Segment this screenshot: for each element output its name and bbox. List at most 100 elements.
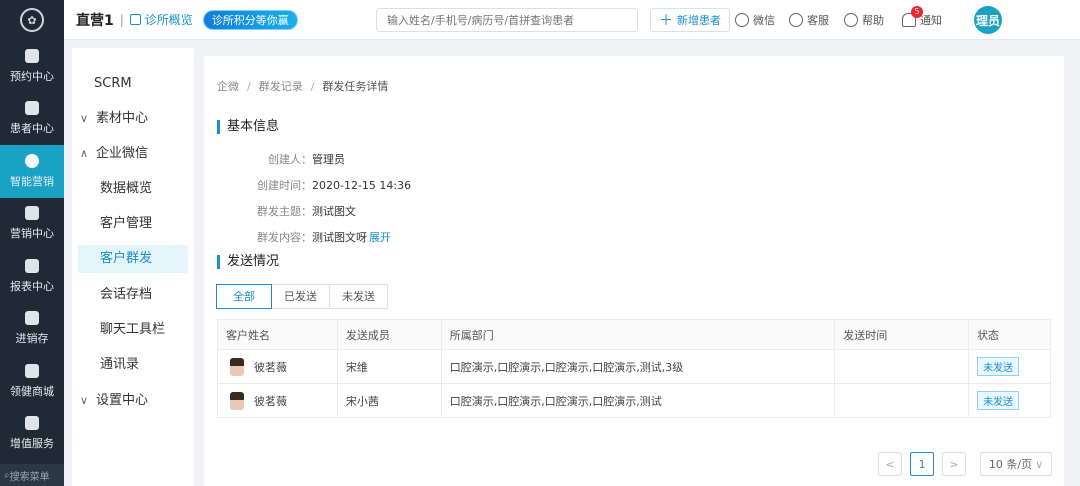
rail-item-label: 增值服务	[10, 437, 54, 451]
left-nav-rail: ✿ 预约中心 患者中心 智能营销 营销中心 报表中心 进销存 领健商城 增值服务…	[0, 0, 64, 486]
cell-time	[834, 349, 970, 384]
wechat-label: 微信	[753, 14, 775, 27]
points-banner[interactable]: 诊所积分等你赢	[202, 9, 298, 30]
send-status-title: 发送情况	[217, 255, 279, 269]
rail-item-appointment[interactable]: 预约中心	[0, 40, 64, 93]
service-label: 客服	[807, 14, 829, 27]
chevron-right-icon: >	[949, 457, 959, 471]
notify-button[interactable]: 5 通知	[902, 6, 942, 28]
pager-prev-button[interactable]: <	[878, 452, 902, 476]
cell-status: 未发送	[968, 383, 1051, 418]
status-badge: 未发送	[977, 357, 1020, 376]
help-label: 帮助	[862, 14, 884, 27]
tab-sent[interactable]: 已发送	[271, 284, 330, 309]
chevron-left-icon: <	[885, 457, 895, 471]
submenu-customer-broadcast[interactable]: 客户群发	[78, 245, 188, 273]
cell-time	[834, 383, 970, 418]
new-patient-button[interactable]: ＋ 新增患者	[650, 8, 730, 32]
submenu-wecom[interactable]: ∧ 企业微信	[72, 140, 194, 168]
pager-next-button[interactable]: >	[942, 452, 966, 476]
rail-item-inventory[interactable]: 进销存	[0, 303, 64, 356]
submenu-data-overview[interactable]: 数据概览	[72, 175, 194, 203]
basic-info-title: 基本信息	[217, 120, 279, 134]
customer-name: 彼茗薇	[254, 394, 287, 408]
submenu-material[interactable]: ∨ 素材中心	[72, 105, 194, 133]
table-header-row: 客户姓名 发送成员 所属部门 发送时间 状态	[217, 319, 1051, 350]
submenu-label: 设置中心	[96, 393, 149, 408]
fan-icon	[25, 206, 39, 221]
cell-customer: 彼茗薇	[217, 349, 338, 384]
clinic-name[interactable]: 直营1	[76, 10, 114, 30]
submenu-customer-manage[interactable]: 客户管理	[72, 210, 194, 238]
breadcrumb-separator: /	[247, 80, 251, 93]
app-logo[interactable]: ✿	[0, 0, 64, 40]
service-button[interactable]: 客服	[789, 12, 829, 28]
customer-name: 彼茗薇	[254, 360, 287, 374]
tab-unsent[interactable]: 未发送	[329, 284, 388, 309]
expand-link[interactable]: 展开	[369, 231, 391, 244]
content-panel: 企微 / 群发记录 / 群发任务详情 基本信息 创建人：管理员 创建时间：2020-12…	[204, 56, 1064, 486]
info-label: 群发主题：	[257, 205, 312, 218]
rail-item-store[interactable]: 领健商城	[0, 355, 64, 408]
table-row[interactable]: 彼茗薇 宋维 口腔演示,口腔演示,口腔演示,口腔演示,测试,3级 未发送	[217, 349, 1051, 384]
rail-item-patient[interactable]: 患者中心	[0, 93, 64, 146]
chevron-down-icon: ∨	[80, 394, 89, 407]
marketing-icon	[25, 153, 39, 168]
layers-icon	[25, 311, 39, 326]
cell-dept: 口腔演示,口腔演示,口腔演示,口腔演示,测试	[440, 383, 836, 418]
wechat-button[interactable]: 微信	[735, 12, 775, 28]
calendar-icon	[25, 48, 39, 63]
rail-item-value-added[interactable]: 增值服务	[0, 408, 64, 461]
rail-item-label: 营销中心	[10, 227, 54, 241]
submenu-session-archive[interactable]: 会话存档	[72, 281, 194, 309]
secondary-menu: SCRM ∨ 素材中心 ∧ 企业微信 数据概览 客户管理 客户群发 会话存档 聊天工…	[72, 48, 194, 486]
rail-item-label: 报表中心	[10, 279, 54, 293]
submenu-label: 素材中心	[96, 111, 149, 126]
banner-label: 诊所积分等你赢	[211, 13, 289, 27]
info-label: 群发内容：	[257, 231, 312, 244]
avatar[interactable]: 理员	[974, 6, 1002, 34]
col-status: 状态	[968, 319, 1051, 350]
new-patient-label: 新增患者	[677, 14, 721, 27]
grid-icon	[25, 416, 39, 431]
rail-item-label: 预约中心	[10, 69, 54, 83]
help-icon	[844, 13, 858, 27]
menu-search-label: 搜索菜单	[9, 471, 50, 483]
col-customer: 客户姓名	[217, 319, 338, 350]
send-table: 客户姓名 发送成员 所属部门 发送时间 状态 彼茗薇 宋维 口腔演示,口腔演示,…	[217, 319, 1051, 418]
bar-chart-icon	[25, 258, 39, 273]
chevron-down-icon: ∨	[80, 112, 89, 125]
breadcrumb-item[interactable]: 企微	[217, 80, 239, 93]
submenu-chat-toolbar[interactable]: 聊天工具栏	[72, 316, 194, 344]
notify-label: 通知	[920, 14, 942, 27]
send-filter-tabs: 全部 已发送 未发送	[216, 284, 388, 309]
tab-all[interactable]: 全部	[216, 284, 272, 309]
table-row[interactable]: 彼茗薇 宋小茜 口腔演示,口腔演示,口腔演示,口腔演示,测试 未发送	[217, 383, 1051, 418]
rail-item-reports[interactable]: 报表中心	[0, 250, 64, 303]
cell-member: 宋小茜	[336, 383, 442, 418]
col-member: 发送成员	[336, 319, 442, 350]
overview-label: 诊所概览	[144, 13, 193, 27]
submenu-contacts[interactable]: 通讯录	[72, 351, 194, 379]
tooth-logo-icon: ✿	[20, 8, 44, 32]
rail-item-smart-marketing[interactable]: 智能营销	[0, 145, 64, 198]
rail-item-label: 智能营销	[10, 174, 54, 188]
wechat-icon	[735, 13, 749, 27]
col-dept: 所属部门	[440, 319, 836, 350]
menu-search[interactable]: ⌕ 搜索菜单	[0, 464, 64, 486]
clinic-overview-link[interactable]: 诊所概览	[129, 11, 193, 28]
headset-icon	[789, 13, 803, 27]
customer-avatar	[230, 357, 244, 376]
submenu-scrm[interactable]: SCRM	[72, 70, 194, 98]
info-time: 创建时间：2020-12-15 14:36	[244, 177, 411, 193]
info-value: 测试图文	[312, 205, 356, 218]
patient-search-input[interactable]	[376, 8, 638, 32]
rail-item-marketing-center[interactable]: 营销中心	[0, 198, 64, 251]
submenu-settings[interactable]: ∨ 设置中心	[72, 387, 194, 415]
page-size-select[interactable]: 10 条/页 ∨	[980, 452, 1052, 476]
breadcrumb-item[interactable]: 群发记录	[259, 80, 303, 93]
help-button[interactable]: 帮助	[844, 12, 884, 28]
breadcrumb: 企微 / 群发记录 / 群发任务详情	[217, 78, 388, 94]
pager-page-1[interactable]: 1	[910, 452, 934, 476]
info-subject: 群发主题：测试图文	[244, 203, 356, 219]
